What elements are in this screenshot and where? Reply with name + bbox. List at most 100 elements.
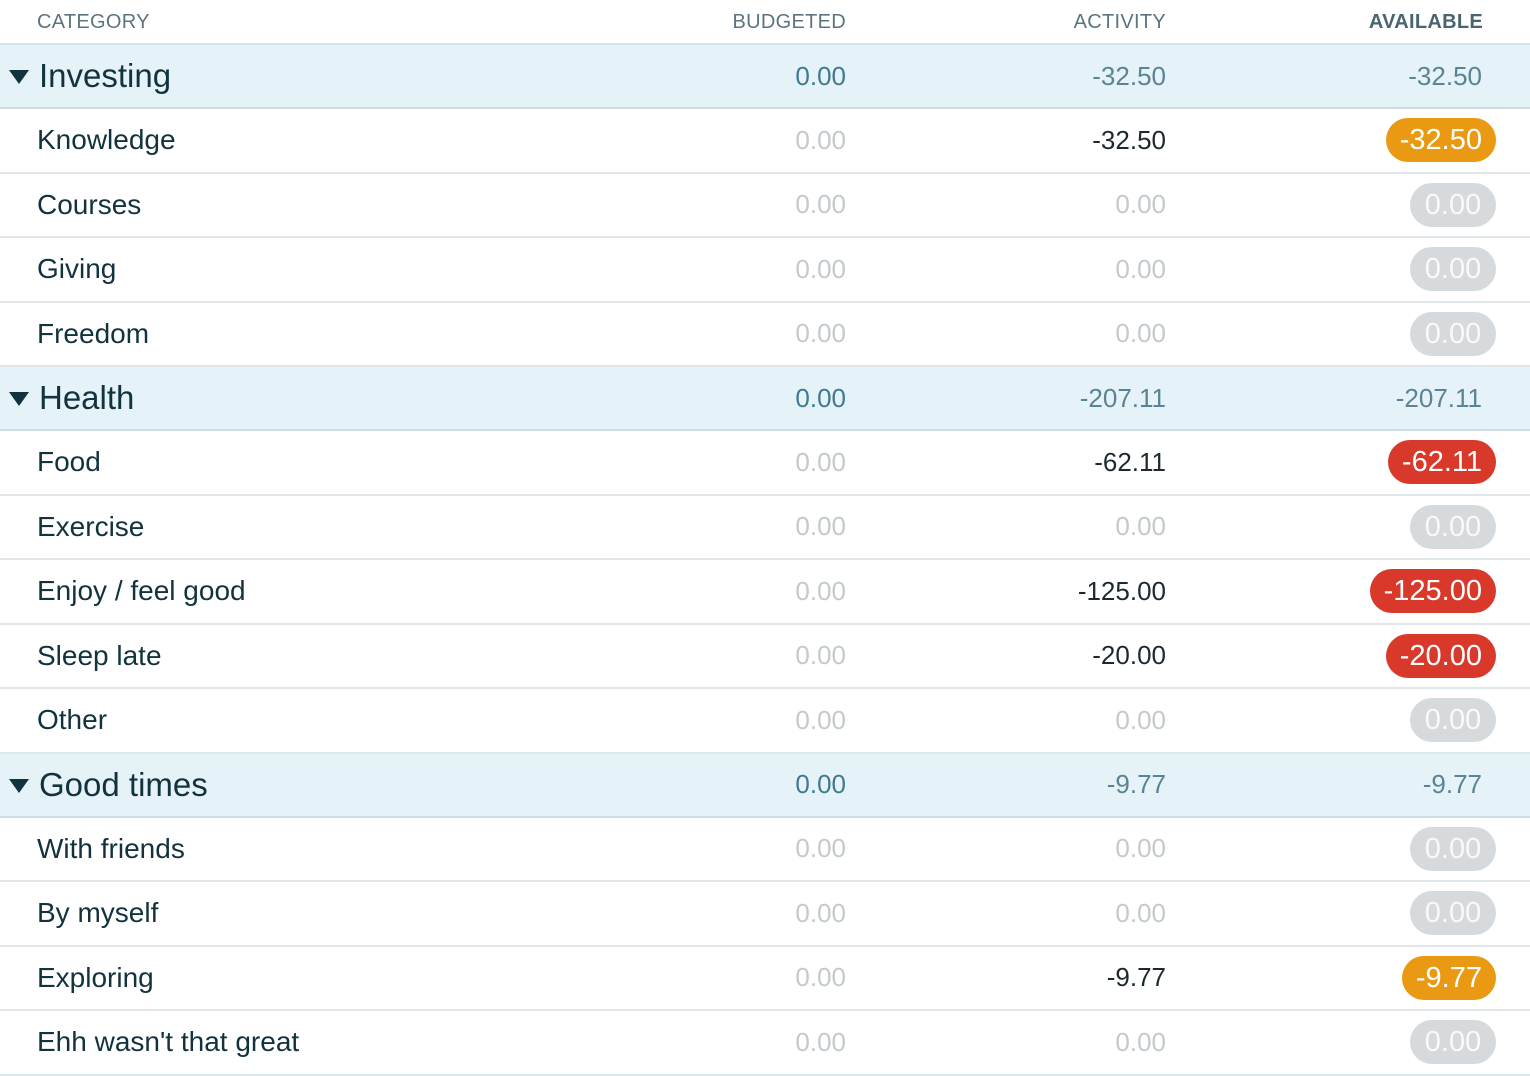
available-cell[interactable]: 0.00 — [1410, 174, 1496, 237]
category-name-cell[interactable]: With friends — [37, 818, 185, 881]
category-name-cell[interactable]: Exercise — [37, 496, 144, 559]
category-row[interactable]: Freedom 0.00 0.00 0.00 — [0, 303, 1530, 367]
available-pill[interactable]: 0.00 — [1410, 698, 1496, 743]
category-row[interactable]: By myself 0.00 0.00 0.00 — [0, 882, 1530, 947]
available-cell[interactable]: 0.00 — [1410, 1011, 1496, 1074]
budgeted-cell[interactable]: 0.00 — [795, 496, 846, 559]
category-name-cell[interactable]: Other — [37, 689, 107, 752]
category-row[interactable]: Sleep late 0.00 -20.00 -20.00 — [0, 625, 1530, 689]
category-name-cell[interactable]: Enjoy / feel good — [37, 560, 246, 623]
category-name-cell[interactable]: Giving — [37, 238, 116, 301]
category-name-cell[interactable]: Ehh wasn't that great — [37, 1011, 299, 1074]
budgeted-value[interactable]: 0.00 — [795, 898, 846, 929]
category-name[interactable]: Freedom — [37, 318, 149, 350]
column-header-activity[interactable]: ACTIVITY — [1074, 11, 1166, 34]
activity-value[interactable]: 0.00 — [1115, 511, 1166, 542]
category-row[interactable]: Other 0.00 0.00 0.00 — [0, 689, 1530, 754]
available-pill[interactable]: -20.00 — [1385, 633, 1496, 678]
budgeted-value[interactable]: 0.00 — [795, 511, 846, 542]
category-name-cell[interactable]: Exploring — [37, 947, 154, 1010]
category-row[interactable]: Knowledge 0.00 -32.50 -32.50 — [0, 109, 1530, 174]
available-cell[interactable]: 0.00 — [1410, 238, 1496, 301]
activity-cell[interactable]: 0.00 — [1115, 1011, 1166, 1074]
activity-value[interactable]: 0.00 — [1115, 189, 1166, 220]
activity-value[interactable]: 0.00 — [1115, 1027, 1166, 1058]
available-pill[interactable]: 0.00 — [1410, 1020, 1496, 1065]
budgeted-cell[interactable]: 0.00 — [795, 303, 846, 366]
activity-value[interactable]: -125.00 — [1078, 576, 1166, 607]
column-header-category[interactable]: CATEGORY — [37, 11, 150, 34]
available-pill[interactable]: 0.00 — [1410, 504, 1496, 549]
activity-value[interactable]: -20.00 — [1092, 640, 1166, 671]
budgeted-value[interactable]: 0.00 — [795, 640, 846, 671]
activity-cell[interactable]: -20.00 — [1092, 625, 1166, 688]
activity-cell[interactable]: -62.11 — [1094, 431, 1166, 494]
available-cell[interactable]: -9.77 — [1401, 947, 1496, 1010]
category-group-row[interactable]: Good times 0.00 -9.77 -9.77 — [0, 753, 1530, 818]
column-header-available[interactable]: AVAILABLE — [1369, 11, 1483, 34]
category-name-cell[interactable]: Food — [37, 431, 101, 494]
category-row[interactable]: Food 0.00 -62.11 -62.11 — [0, 431, 1530, 496]
budgeted-cell[interactable]: 0.00 — [795, 882, 846, 945]
category-name[interactable]: Food — [37, 446, 101, 478]
category-row[interactable]: Giving 0.00 0.00 0.00 — [0, 238, 1530, 303]
category-name[interactable]: Ehh wasn't that great — [37, 1026, 299, 1058]
available-cell[interactable]: 0.00 — [1410, 496, 1496, 559]
category-name[interactable]: Courses — [37, 189, 141, 221]
category-name-cell[interactable]: Courses — [37, 174, 141, 237]
group-name[interactable]: Good times — [39, 766, 208, 804]
budgeted-value[interactable]: 0.00 — [795, 576, 846, 607]
activity-value[interactable]: 0.00 — [1115, 705, 1166, 736]
activity-cell[interactable]: 0.00 — [1115, 818, 1166, 881]
available-pill[interactable]: 0.00 — [1410, 182, 1496, 227]
available-pill[interactable]: -62.11 — [1387, 440, 1496, 485]
category-name[interactable]: Sleep late — [37, 640, 162, 672]
available-cell[interactable]: 0.00 — [1410, 689, 1496, 752]
category-group-row[interactable]: Investing 0.00 -32.50 -32.50 — [0, 45, 1530, 109]
group-name-cell[interactable]: Investing — [9, 45, 171, 107]
budgeted-cell[interactable]: 0.00 — [795, 1011, 846, 1074]
caret-down-icon[interactable] — [9, 392, 29, 406]
activity-value[interactable]: -32.50 — [1092, 125, 1166, 156]
category-name[interactable]: With friends — [37, 833, 185, 865]
category-name[interactable]: Knowledge — [37, 124, 176, 156]
caret-down-icon[interactable] — [9, 70, 29, 84]
activity-cell[interactable]: -32.50 — [1092, 109, 1166, 172]
category-row[interactable]: Ehh wasn't that great 0.00 0.00 0.00 — [0, 1011, 1530, 1076]
activity-cell[interactable]: -125.00 — [1078, 560, 1166, 623]
available-pill[interactable]: 0.00 — [1410, 247, 1496, 292]
category-name-cell[interactable]: By myself — [37, 882, 158, 945]
budgeted-value[interactable]: 0.00 — [795, 833, 846, 864]
category-name[interactable]: Other — [37, 704, 107, 736]
available-pill[interactable]: 0.00 — [1410, 891, 1496, 936]
activity-cell[interactable]: -9.77 — [1107, 947, 1166, 1010]
category-name[interactable]: Giving — [37, 253, 116, 285]
budgeted-value[interactable]: 0.00 — [795, 254, 846, 285]
activity-cell[interactable]: 0.00 — [1115, 882, 1166, 945]
available-cell[interactable]: 0.00 — [1410, 818, 1496, 881]
budgeted-cell[interactable]: 0.00 — [795, 689, 846, 752]
activity-cell[interactable]: 0.00 — [1115, 496, 1166, 559]
budgeted-value[interactable]: 0.00 — [795, 1027, 846, 1058]
budgeted-value[interactable]: 0.00 — [795, 318, 846, 349]
available-cell[interactable]: -32.50 — [1385, 109, 1496, 172]
budgeted-cell[interactable]: 0.00 — [795, 174, 846, 237]
category-name[interactable]: Enjoy / feel good — [37, 575, 246, 607]
available-cell[interactable]: 0.00 — [1410, 303, 1496, 366]
budgeted-value[interactable]: 0.00 — [795, 189, 846, 220]
group-name-cell[interactable]: Health — [9, 367, 134, 429]
column-header-budgeted[interactable]: BUDGETED — [732, 11, 846, 34]
budgeted-cell[interactable]: 0.00 — [795, 238, 846, 301]
category-group-row[interactable]: Health 0.00 -207.11 -207.11 — [0, 367, 1530, 431]
category-name[interactable]: Exercise — [37, 511, 144, 543]
activity-value[interactable]: 0.00 — [1115, 833, 1166, 864]
category-row[interactable]: Enjoy / feel good 0.00 -125.00 -125.00 — [0, 560, 1530, 625]
available-pill[interactable]: -9.77 — [1401, 955, 1496, 1000]
budgeted-value[interactable]: 0.00 — [795, 705, 846, 736]
budgeted-value[interactable]: 0.00 — [795, 447, 846, 478]
category-row[interactable]: Exercise 0.00 0.00 0.00 — [0, 496, 1530, 560]
available-pill[interactable]: -32.50 — [1385, 118, 1496, 163]
available-pill[interactable]: -125.00 — [1369, 569, 1496, 614]
category-name[interactable]: Exploring — [37, 962, 154, 994]
available-pill[interactable]: 0.00 — [1410, 311, 1496, 356]
